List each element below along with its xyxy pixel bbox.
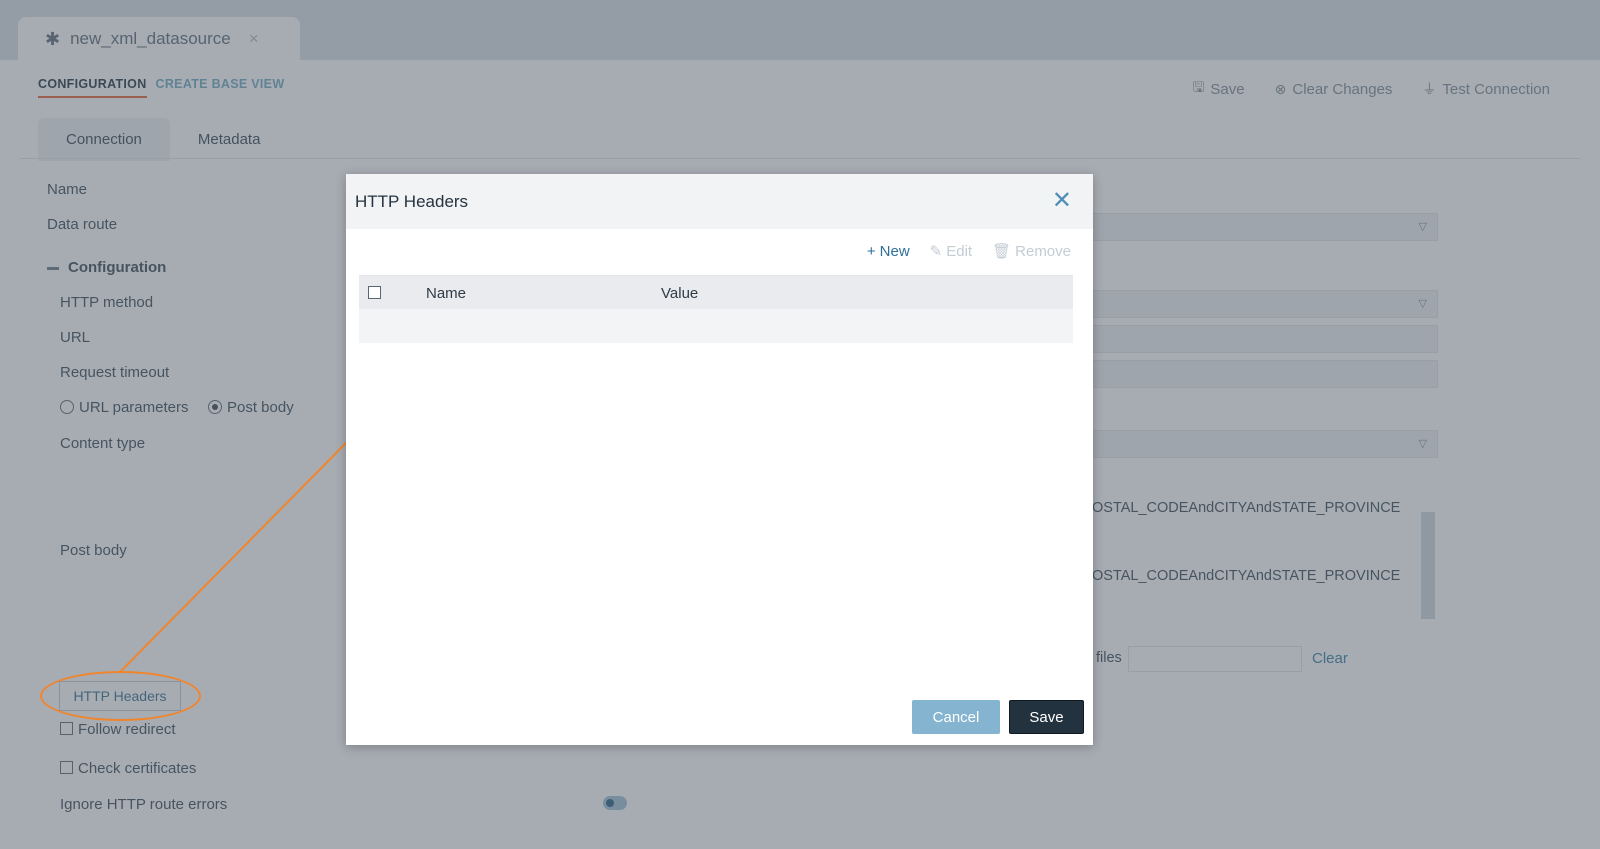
dialog-toolbar: + New ✎ Edit 🗑 Remove — [867, 242, 1071, 261]
remove-label: Remove — [1015, 242, 1071, 260]
new-label: New — [879, 242, 910, 260]
edit-icon: ✎ — [929, 243, 943, 260]
select-all-checkbox[interactable] — [368, 286, 381, 299]
close-icon[interactable]: ✕ — [1052, 186, 1072, 215]
edit-label: Edit — [946, 242, 973, 260]
new-button[interactable]: + New — [867, 242, 910, 260]
remove-button[interactable]: 🗑 Remove — [992, 242, 1071, 261]
trash-icon: 🗑 — [992, 243, 1012, 260]
table-row — [359, 309, 1073, 343]
cancel-button[interactable]: Cancel — [912, 700, 1000, 734]
http-headers-dialog: HTTP Headers ✕ + New ✎ Edit 🗑 Remove Nam… — [346, 174, 1093, 745]
plus-icon: + — [866, 242, 876, 260]
save-button[interactable]: Save — [1009, 700, 1084, 734]
callout-ring — [40, 671, 201, 721]
dialog-title: HTTP Headers — [355, 192, 469, 211]
headers-table-header: Name Value — [359, 275, 1073, 310]
column-name[interactable]: Name — [426, 285, 466, 302]
dialog-header: HTTP Headers ✕ — [346, 174, 1093, 229]
column-value[interactable]: Value — [661, 285, 698, 302]
edit-button[interactable]: ✎ Edit — [929, 242, 973, 261]
